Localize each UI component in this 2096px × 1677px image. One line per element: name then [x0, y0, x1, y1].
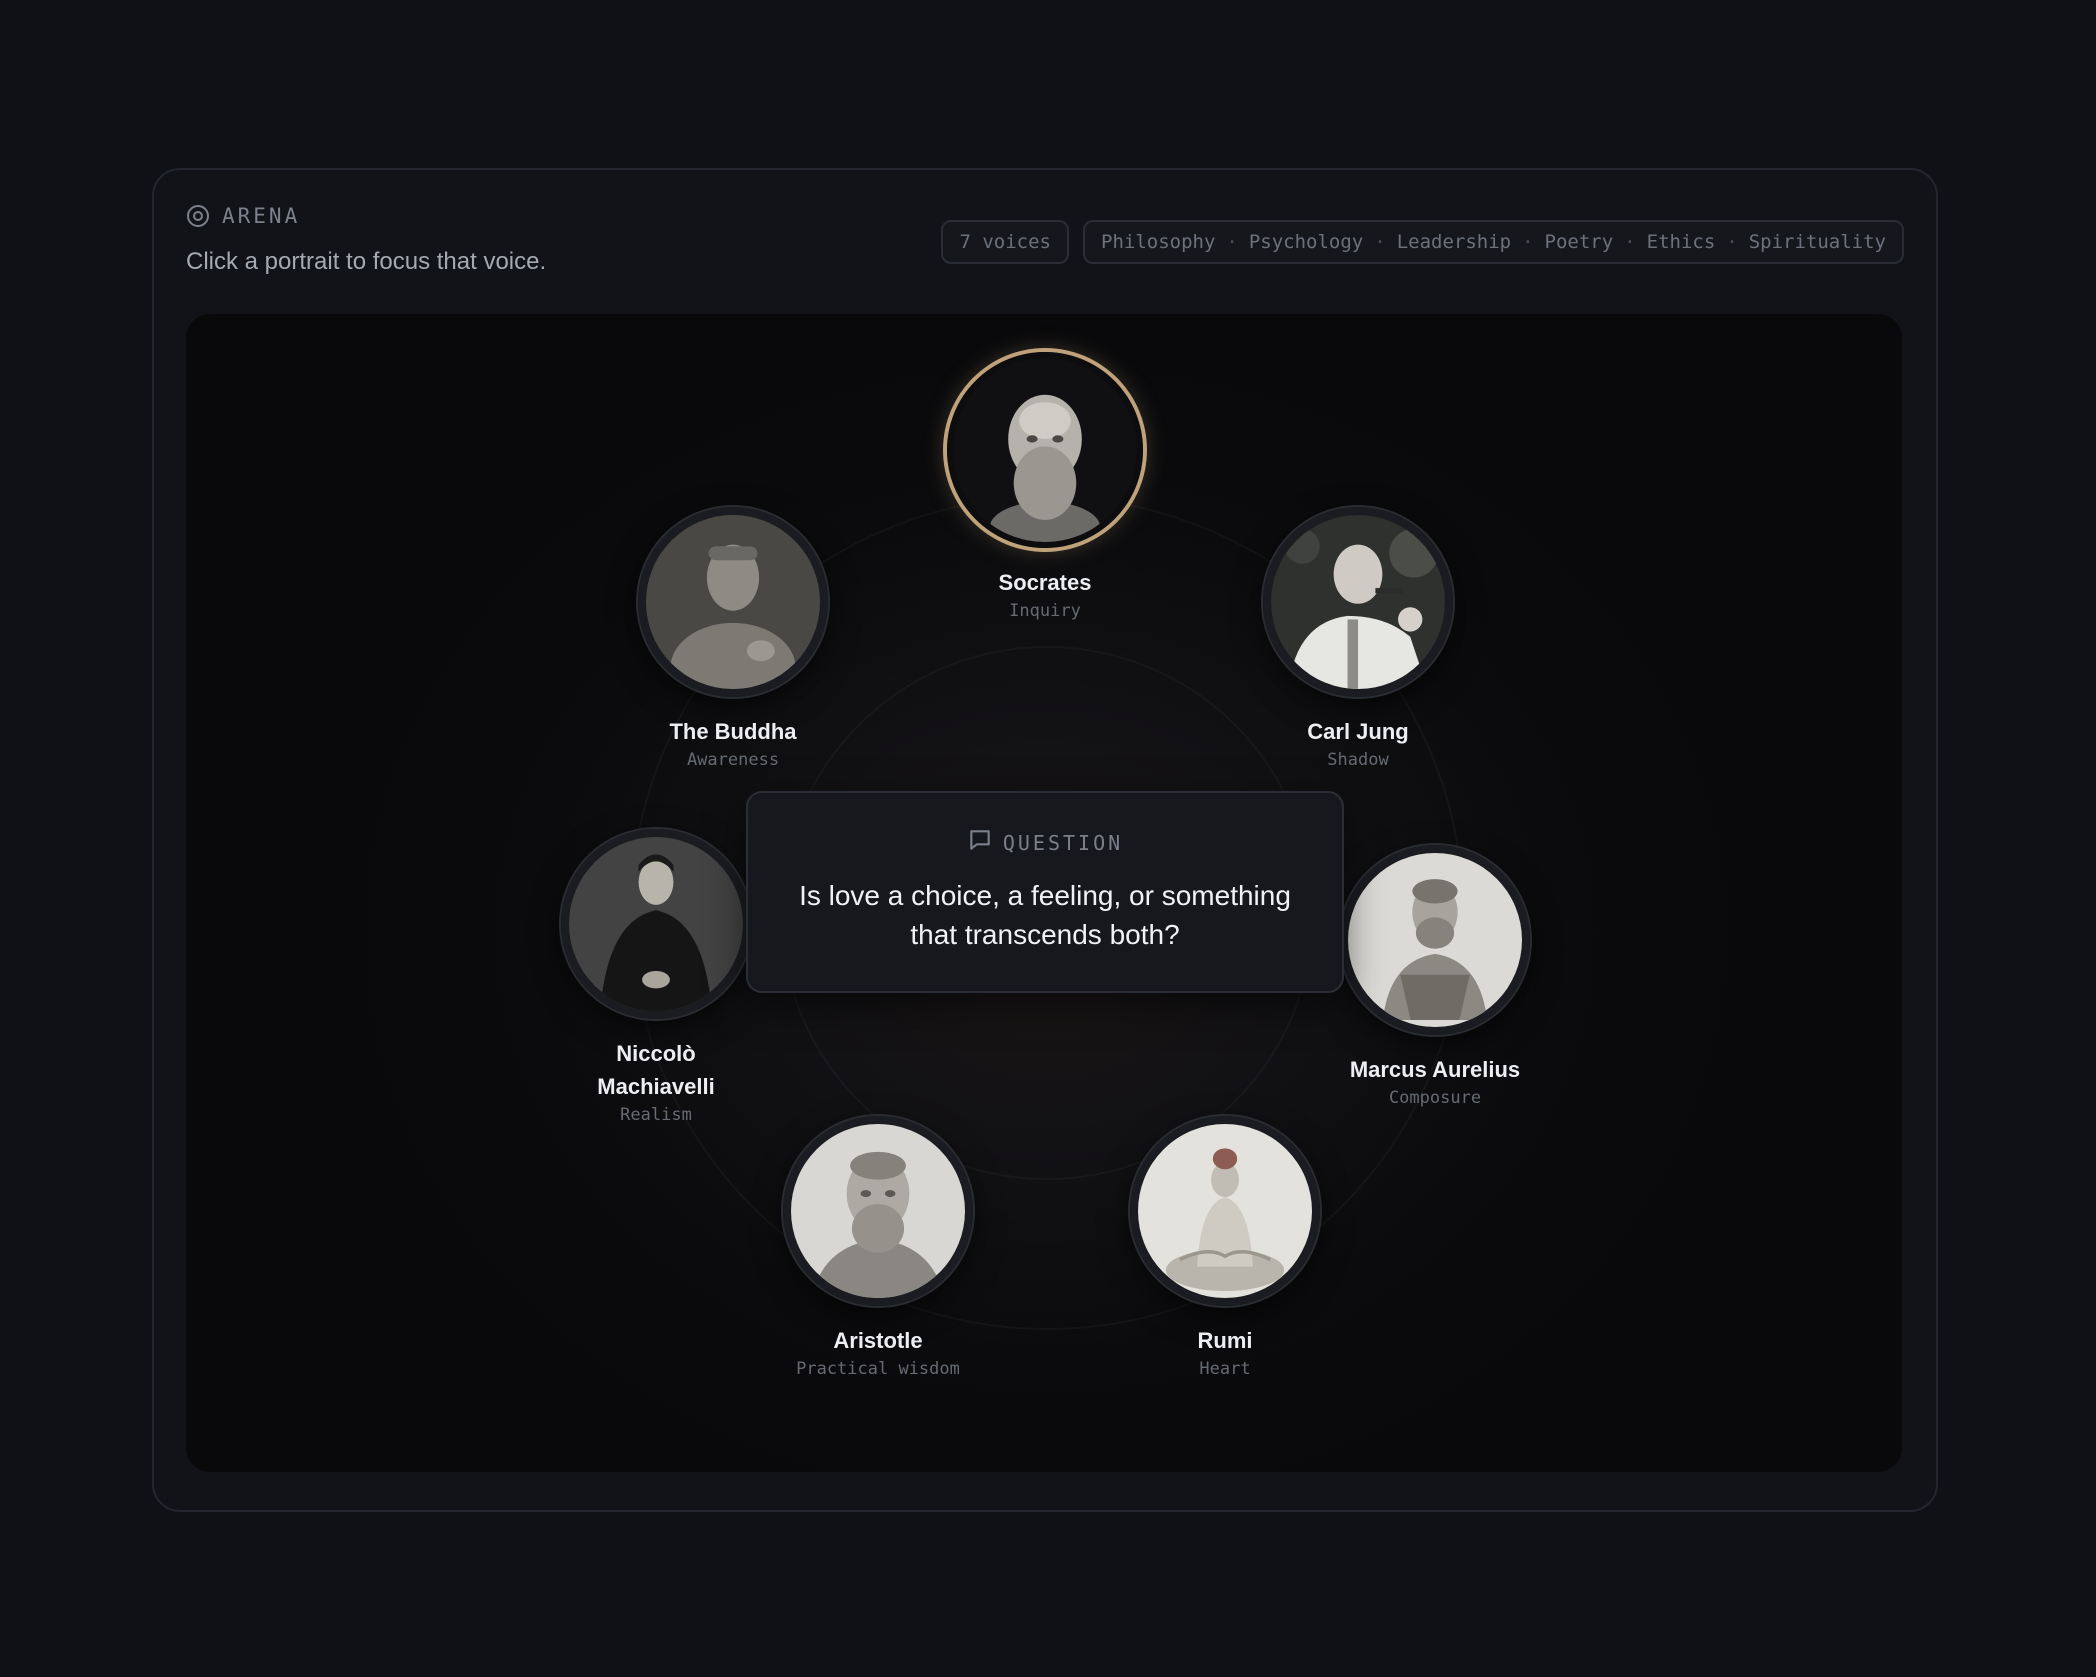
portrait-marcus-aurelius[interactable] — [1340, 845, 1530, 1035]
topic-tag: Poetry — [1544, 231, 1614, 253]
badge-row: 7 voices Philosophy · Psychology · Leaders… — [941, 220, 1904, 264]
voice-socrates[interactable]: Socrates Inquiry — [915, 352, 1175, 621]
topic-tag: Philosophy — [1101, 231, 1216, 253]
portrait-carl-jung[interactable] — [1263, 507, 1453, 697]
voice-trait: Practical wisdom — [796, 1359, 960, 1379]
topic-tag: Psychology — [1248, 231, 1364, 253]
portrait-rumi[interactable] — [1130, 1116, 1320, 1306]
portrait-machiavelli[interactable] — [561, 829, 751, 1019]
voice-carl-jung[interactable]: Carl Jung Shadow — [1228, 507, 1488, 770]
voice-trait: Heart — [1199, 1359, 1251, 1379]
topics-badge: Philosophy · Psychology · Leadership · Poet… — [1083, 220, 1904, 264]
arena-subtitle: Click a portrait to focus that voice. — [186, 248, 547, 275]
question-text: Is love a choice, a feeling, or somethin… — [799, 880, 1291, 950]
arena-panel: ARENA Click a portrait to focus that voi… — [152, 168, 1938, 1512]
voice-name: The Buddha — [669, 719, 797, 744]
voice-name: Socrates — [998, 570, 1092, 595]
voice-name: Aristotle — [833, 1328, 923, 1353]
arena-header: ARENA — [186, 204, 300, 228]
voice-name: Rumi — [1197, 1328, 1253, 1353]
section-label: ARENA — [222, 204, 301, 228]
voice-trait: Inquiry — [1009, 601, 1081, 621]
drawing-portrait-icon — [1138, 1124, 1312, 1298]
voice-buddha[interactable]: The Buddha Awareness — [603, 507, 863, 770]
voice-trait: Shadow — [1327, 750, 1389, 770]
voice-count-badge: 7 voices — [941, 220, 1069, 264]
portrait-buddha[interactable] — [638, 507, 828, 697]
painting-portrait-icon — [569, 837, 743, 1011]
question-label: QUESTION — [1002, 830, 1124, 855]
voice-aristotle[interactable]: Aristotle Practical wisdom — [748, 1116, 1008, 1379]
voice-marcus-aurelius[interactable]: Marcus Aurelius Composure — [1305, 845, 1565, 1108]
question-header: QUESTION — [748, 827, 1342, 858]
voice-name: Niccolò Machiavelli — [597, 1041, 715, 1099]
bust-icon — [953, 358, 1137, 542]
voice-rumi[interactable]: Rumi Heart — [1095, 1116, 1355, 1379]
target-icon — [186, 204, 210, 228]
bust-icon — [791, 1124, 965, 1298]
portrait-aristotle[interactable] — [783, 1116, 973, 1306]
statue-icon — [646, 515, 820, 689]
topic-tag: Leadership — [1396, 231, 1512, 253]
voice-name: Marcus Aurelius — [1349, 1057, 1521, 1082]
arena-stage: Socrates Inquiry The Buddha Awareness Ca… — [186, 314, 1902, 1472]
voice-trait: Realism — [620, 1105, 692, 1125]
voice-trait: Composure — [1388, 1088, 1482, 1108]
portrait-socrates[interactable] — [947, 352, 1143, 548]
voice-trait: Awareness — [686, 750, 780, 770]
topic-tag: Spirituality — [1748, 231, 1886, 253]
photo-portrait-icon — [1271, 515, 1445, 689]
voice-name: Carl Jung — [1307, 719, 1409, 744]
bust-icon — [1348, 853, 1522, 1027]
chat-bubble-icon — [967, 827, 993, 858]
topic-tag: Ethics — [1646, 231, 1716, 253]
question-card: QUESTION Is love a choice, a feeling, or… — [746, 791, 1344, 993]
